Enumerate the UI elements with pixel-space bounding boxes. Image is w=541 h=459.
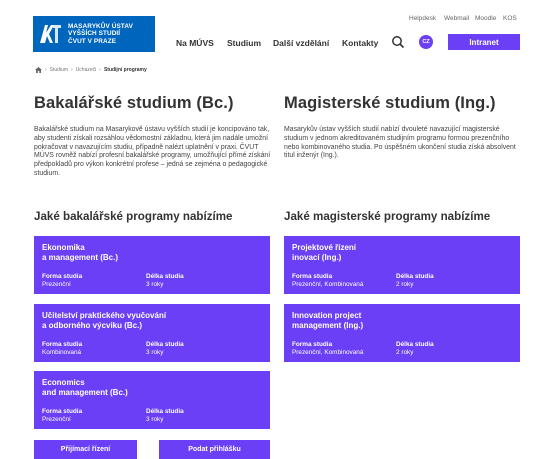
program-title-line: a management (Bc.) — [42, 253, 119, 263]
study-length-value: 2 roky — [396, 280, 414, 288]
study-length-value: 3 roky — [146, 415, 164, 423]
study-form-value: Prezenční — [42, 415, 71, 423]
study-length: Délka studia 3 roky — [146, 273, 250, 288]
program-card-ekonomika[interactable]: Ekonomika a management (Bc.) Forma studi… — [34, 236, 270, 294]
bachelor-description: Bakalářské studium na Masarykově ústavu … — [34, 126, 271, 177]
admission-button[interactable]: Přijímací řízení — [34, 440, 137, 459]
program-title: Ekonomika a management (Bc.) — [42, 243, 262, 263]
site-header: MASARYKŮV ÚSTAV VYŠŠÍCH STUDIÍ ČVUT V PR… — [0, 0, 541, 62]
study-length: Délka studia 2 roky — [396, 341, 500, 356]
study-length-label: Délka studia — [396, 341, 434, 349]
program-title: Economics and management (Bc.) — [42, 378, 262, 398]
study-form-value: Kombinovaná — [42, 348, 82, 356]
study-form-label: Forma studia — [292, 341, 333, 349]
nav-item-dalsi-vzdelani[interactable]: Další vzdělání — [273, 38, 329, 48]
study-length: Délka studia 3 roky — [146, 341, 250, 356]
util-link-webmail[interactable]: Webmail — [444, 15, 469, 22]
study-form-label: Forma studia — [42, 408, 83, 416]
cvut-logo-icon — [37, 21, 63, 47]
search-icon[interactable] — [391, 35, 405, 49]
study-form-label: Forma studia — [292, 273, 333, 281]
study-form-value: Prezenční, Kombinovaná — [292, 348, 364, 356]
study-form-label: Forma studia — [42, 341, 83, 349]
study-form-value: Prezenční, Kombinovaná — [292, 280, 364, 288]
master-programs-heading: Jaké magisterské programy nabízíme — [284, 210, 491, 223]
master-description: Masarykův ústav vyšších studií nabízí dv… — [284, 126, 516, 160]
program-title: Innovation project management (Ing.) — [292, 311, 512, 331]
bachelor-programs-heading: Jaké bakalářské programy nabízíme — [34, 210, 233, 223]
nav-item-kontakty[interactable]: Kontakty — [342, 38, 378, 48]
breadcrumb: › Studium › Uchazeči › Studijní programy — [35, 67, 147, 73]
logo-wordmark: MASARYKŮV ÚSTAV VYŠŠÍCH STUDIÍ ČVUT V PR… — [68, 23, 133, 46]
breadcrumb-item-uchazeci[interactable]: Uchazeči — [76, 67, 97, 73]
program-title-line: Projektové řízení — [292, 243, 357, 252]
program-meta: Forma studia Kombinovaná Délka studia 3 … — [42, 341, 250, 356]
study-form: Forma studia Kombinovaná — [42, 341, 146, 356]
study-length-label: Délka studia — [396, 273, 434, 281]
study-length-value: 3 roky — [146, 348, 164, 356]
program-meta: Forma studia Prezenční Délka studia 3 ro… — [42, 273, 250, 288]
program-title: Projektové řízení inovací (Ing.) — [292, 243, 512, 263]
program-title-line: and management (Bc.) — [42, 388, 128, 398]
study-form: Forma studia Prezenční, Kombinovaná — [292, 341, 396, 356]
program-meta: Forma studia Prezenční, Kombinovaná Délk… — [292, 273, 500, 288]
breadcrumb-separator-icon: › — [45, 67, 47, 73]
util-link-moodle[interactable]: Moodle — [475, 15, 496, 22]
study-length-label: Délka studia — [146, 341, 184, 349]
apply-button[interactable]: Podat přihlášku — [159, 440, 270, 459]
program-card-innovation-project[interactable]: Innovation project management (Ing.) For… — [284, 304, 520, 362]
program-title-line: Učitelství praktického vyučování — [42, 311, 167, 320]
study-form: Forma studia Prezenční — [42, 273, 146, 288]
logo-line-2: VYŠŠÍCH STUDIÍ — [68, 30, 121, 38]
program-title-line: management (Ing.) — [292, 321, 364, 331]
breadcrumb-item-current: Studijní programy — [103, 67, 147, 73]
site-logo[interactable]: MASARYKŮV ÚSTAV VYŠŠÍCH STUDIÍ ČVUT V PR… — [33, 16, 155, 52]
study-form-value: Prezenční — [42, 280, 71, 288]
breadcrumb-separator-icon: › — [99, 67, 101, 73]
program-card-economics[interactable]: Economics and management (Bc.) Forma stu… — [34, 371, 270, 429]
program-meta: Forma studia Prezenční Délka studia 3 ro… — [42, 408, 250, 423]
breadcrumb-item-studium[interactable]: Studium — [50, 67, 68, 73]
bachelor-title: Bakalářské studium (Bc.) — [34, 94, 234, 112]
language-switch-button[interactable]: CZ — [419, 35, 433, 49]
nav-item-studium[interactable]: Studium — [227, 38, 261, 48]
program-meta: Forma studia Prezenční, Kombinovaná Délk… — [292, 341, 500, 356]
program-title: Učitelství praktického vyučování a odbor… — [42, 311, 262, 331]
home-icon[interactable] — [35, 67, 42, 73]
study-length-value: 2 roky — [396, 348, 414, 356]
study-form-label: Forma studia — [42, 273, 83, 281]
study-length-value: 3 roky — [146, 280, 164, 288]
master-title: Magisterské studium (Ing.) — [284, 94, 496, 112]
logo-line-3: ČVUT V PRAZE — [68, 37, 117, 45]
nav-item-muvs[interactable]: Na MÚVS — [176, 38, 214, 48]
program-title-line: Economics — [42, 378, 85, 387]
study-length-label: Délka studia — [146, 273, 184, 281]
intranet-button[interactable]: Intranet — [448, 34, 520, 50]
study-length-label: Délka studia — [146, 408, 184, 416]
program-card-ucitelstvi[interactable]: Učitelství praktického vyučování a odbor… — [34, 304, 270, 362]
study-form: Forma studia Prezenční, Kombinovaná — [292, 273, 396, 288]
study-length: Délka studia 3 roky — [146, 408, 250, 423]
study-length: Délka studia 2 roky — [396, 273, 500, 288]
program-title-line: Ekonomika — [42, 243, 85, 252]
study-form: Forma studia Prezenční — [42, 408, 146, 423]
util-link-helpdesk[interactable]: Helpdesk — [409, 15, 436, 22]
util-link-kos[interactable]: KOS — [503, 15, 517, 22]
program-title-line: inovací (Ing.) — [292, 253, 342, 263]
program-card-projektove-rizeni[interactable]: Projektové řízení inovací (Ing.) Forma s… — [284, 236, 520, 294]
breadcrumb-separator-icon: › — [71, 67, 73, 73]
program-title-line: a odborného výcviku (Bc.) — [42, 321, 143, 331]
program-title-line: Innovation project — [292, 311, 362, 320]
